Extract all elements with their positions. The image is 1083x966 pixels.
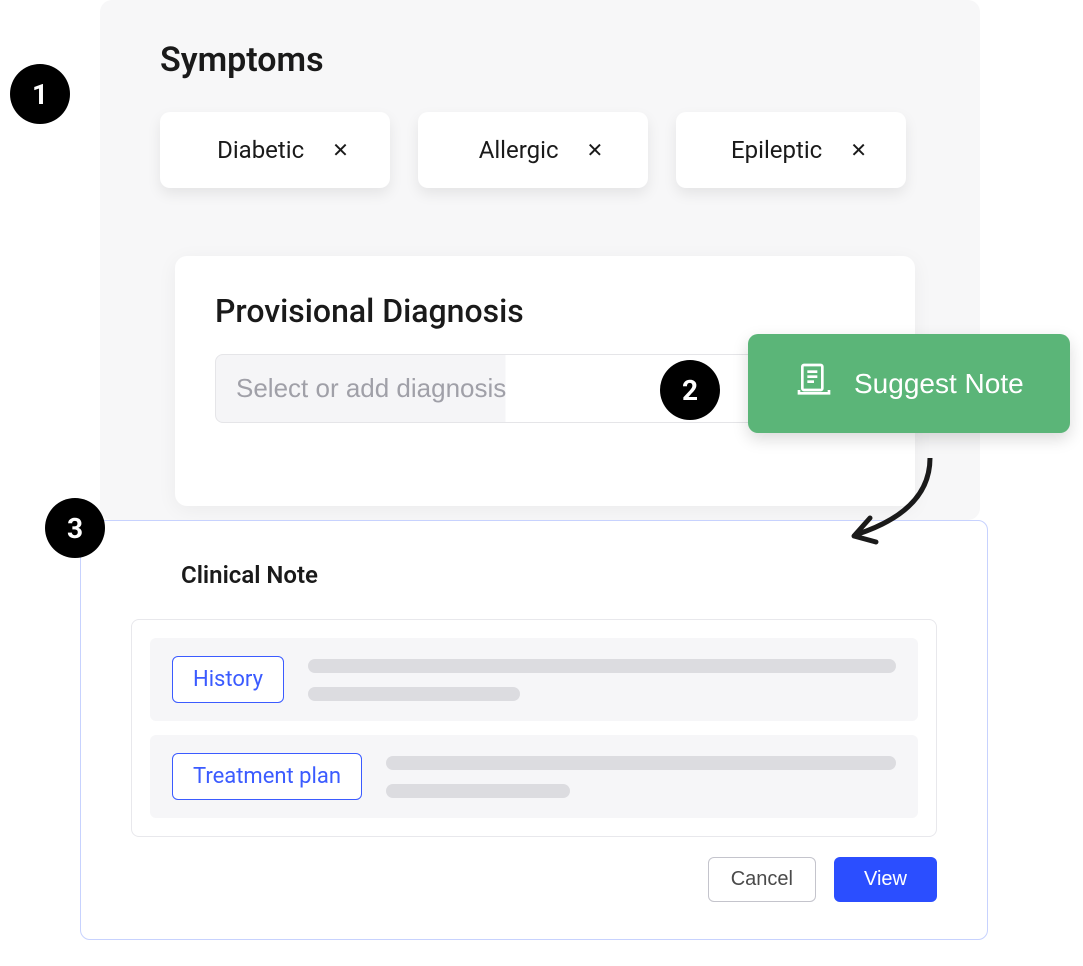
symptom-chip-epileptic: Epileptic ✕ [676, 112, 906, 188]
placeholder-line [386, 756, 896, 770]
arrow-icon [840, 450, 950, 550]
clinical-note-body: History Treatment plan [131, 619, 937, 837]
close-icon[interactable]: ✕ [587, 138, 604, 162]
chip-label: Diabetic [217, 136, 304, 164]
chip-label: Epileptic [731, 136, 822, 164]
cancel-button[interactable]: Cancel [708, 857, 816, 902]
placeholder-line [386, 784, 570, 798]
close-icon[interactable]: ✕ [850, 138, 867, 162]
placeholder-lines [386, 756, 896, 798]
note-row-treatment: Treatment plan [150, 735, 918, 818]
symptom-chips: Diabetic ✕ Allergic ✕ Epileptic ✕ [160, 112, 920, 188]
symptom-chip-diabetic: Diabetic ✕ [160, 112, 390, 188]
suggest-note-button[interactable]: Suggest Note [748, 334, 1070, 433]
diagnosis-title: Provisional Diagnosis [215, 292, 875, 330]
symptoms-title: Symptoms [160, 40, 920, 80]
symptom-chip-allergic: Allergic ✕ [418, 112, 648, 188]
clinical-note-card: Clinical Note History Treatment plan Can… [80, 520, 988, 940]
note-icon [794, 360, 834, 407]
treatment-plan-tag[interactable]: Treatment plan [172, 753, 362, 800]
clinical-note-title: Clinical Note [181, 561, 937, 589]
note-row-history: History [150, 638, 918, 721]
step-badge-2: 2 [660, 360, 720, 420]
placeholder-line [308, 659, 896, 673]
step-badge-3: 3 [45, 498, 105, 558]
suggest-note-label: Suggest Note [854, 368, 1024, 400]
step-badge-1: 1 [10, 64, 70, 124]
clinical-note-actions: Cancel View [131, 857, 937, 902]
placeholder-lines [308, 659, 896, 701]
placeholder-line [308, 687, 520, 701]
close-icon[interactable]: ✕ [332, 138, 349, 162]
chip-label: Allergic [479, 136, 559, 164]
history-tag[interactable]: History [172, 656, 284, 703]
view-button[interactable]: View [834, 857, 937, 902]
